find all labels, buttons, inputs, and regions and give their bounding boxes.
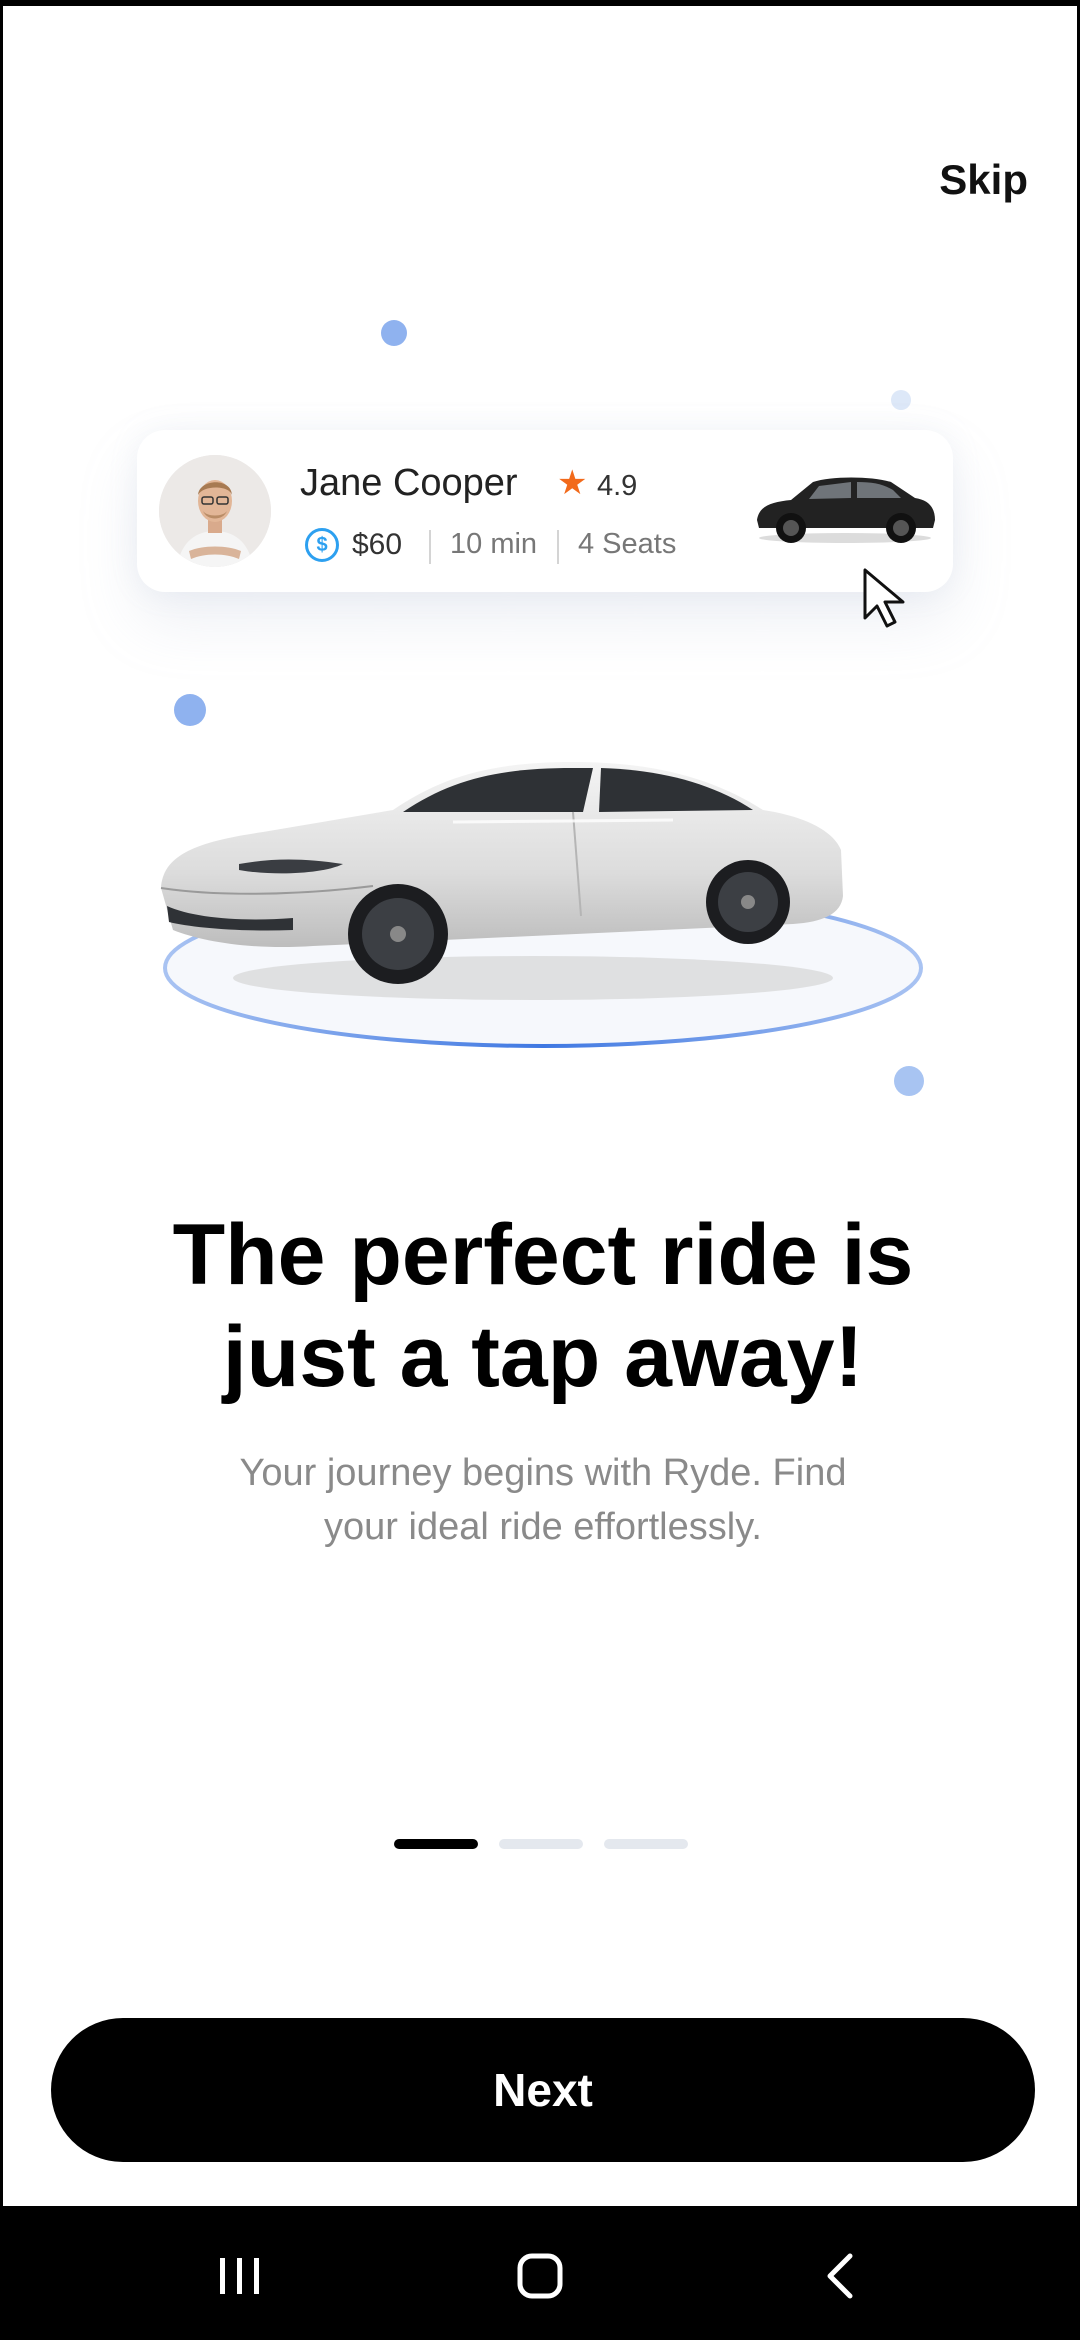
driver-avatar [159, 455, 271, 567]
subtitle-line: Your journey begins with Ryde. Find [239, 1452, 847, 1494]
decor-dot [891, 390, 911, 410]
skip-button[interactable]: Skip [939, 156, 1028, 204]
ride-eta: 10 min [450, 528, 538, 560]
decor-dot [174, 694, 206, 726]
dollar-coin-icon: $ [305, 528, 339, 562]
star-icon: ★ [557, 464, 588, 502]
system-nav-bar [0, 2206, 1080, 2340]
driver-card[interactable]: Jane Cooper ★ 4.9 $ $60 10 min 4 Seats [137, 430, 953, 592]
decor-dot [894, 1066, 924, 1096]
driver-name: Jane Cooper [300, 462, 518, 504]
phone-screen: Skip Jane Cooper ★ 4.9 $ $60 10 min 4 Se… [0, 0, 1080, 2340]
home-icon[interactable] [500, 2236, 580, 2316]
title-line: The perfect ride is [172, 1207, 914, 1303]
title-line: just a tap away! [222, 1309, 864, 1405]
page-indicator-1 [394, 1839, 478, 1849]
onboarding-screen: Skip Jane Cooper ★ 4.9 $ $60 10 min 4 Se… [3, 6, 1077, 2206]
hero-car-illustration [160, 762, 923, 1048]
recent-apps-icon[interactable] [200, 2236, 280, 2316]
onboarding-title: The perfect ride is just a tap away! [3, 1204, 1080, 1408]
onboarding-subtitle: Your journey begins with Ryde. Find your… [153, 1446, 933, 1554]
next-button[interactable]: Next [51, 2018, 1035, 2162]
page-indicator-3 [604, 1839, 688, 1849]
car-thumbnail [757, 477, 935, 543]
driver-rating: 4.9 [597, 470, 638, 502]
ride-seats: 4 Seats [578, 528, 677, 560]
ride-price: $60 [352, 528, 403, 561]
divider [429, 530, 431, 564]
subtitle-line: your ideal ride effortlessly. [324, 1506, 762, 1548]
back-icon[interactable] [802, 2236, 882, 2316]
decor-dot [381, 320, 407, 346]
page-indicator-2 [499, 1839, 583, 1849]
divider [557, 530, 559, 564]
cursor-icon [863, 568, 905, 628]
